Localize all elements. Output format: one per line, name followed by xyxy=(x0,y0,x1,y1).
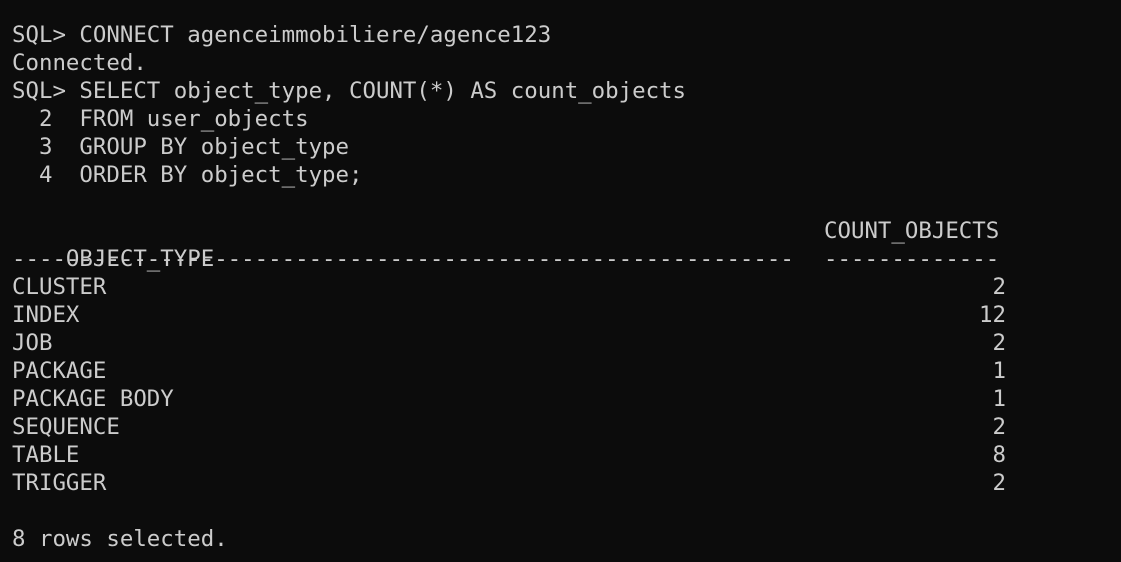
connect-command: CONNECT agenceimmobiliere/agence123 xyxy=(79,22,552,48)
table-row: JOB 2 xyxy=(12,329,1006,357)
separator-right: ------------- xyxy=(824,246,1000,272)
connect-command-line: SQL> CONNECT agenceimmobiliere/agence123 xyxy=(12,21,1121,49)
result-header-row: OBJECT_TYPE COUNT_OBJECTS xyxy=(12,217,1006,272)
table-row: TABLE 8 xyxy=(12,441,1006,469)
separator-left: ----------------------------------------… xyxy=(12,246,794,272)
rows-selected-footer: 8 rows selected. xyxy=(12,526,228,552)
count-cell: 2 xyxy=(992,330,1006,356)
query-line-4: 4 ORDER BY object_type; xyxy=(12,162,363,188)
table-row: INDEX 12 xyxy=(12,301,1006,329)
object-type-cell: CLUSTER xyxy=(12,274,107,300)
connected-message: Connected. xyxy=(12,50,147,76)
object-type-cell: TRIGGER xyxy=(12,470,107,496)
query-line-1: SQL> SELECT object_type, COUNT(*) AS cou… xyxy=(12,78,687,104)
count-cell: 2 xyxy=(992,274,1006,300)
count-cell: 1 xyxy=(992,386,1006,412)
table-row: CLUSTER 2 xyxy=(12,273,1006,301)
count-cell: 2 xyxy=(992,470,1006,496)
column-header-count-objects: COUNT_OBJECTS xyxy=(824,218,1000,244)
object-type-cell: JOB xyxy=(12,330,53,356)
object-type-cell: PACKAGE BODY xyxy=(12,386,174,412)
table-row: PACKAGE BODY 1 xyxy=(12,385,1006,413)
query-line-3: 3 GROUP BY object_type xyxy=(12,134,350,160)
result-separator-row: ----------------------------------------… xyxy=(12,245,1006,273)
object-type-cell: SEQUENCE xyxy=(12,414,120,440)
count-cell: 2 xyxy=(992,414,1006,440)
count-cell: 12 xyxy=(979,302,1006,328)
sql-prompt: SQL> xyxy=(12,22,80,48)
terminal-window[interactable]: SQL> CONNECT agenceimmobiliere/agence123… xyxy=(0,0,1121,562)
table-row: PACKAGE 1 xyxy=(12,357,1006,385)
query-line-2: 2 FROM user_objects xyxy=(12,106,309,132)
object-type-cell: INDEX xyxy=(12,302,80,328)
count-cell: 1 xyxy=(992,358,1006,384)
table-row: TRIGGER 2 xyxy=(12,469,1006,497)
object-type-cell: PACKAGE xyxy=(12,358,107,384)
table-row: SEQUENCE 2 xyxy=(12,413,1006,441)
object-type-cell: TABLE xyxy=(12,442,80,468)
count-cell: 8 xyxy=(992,442,1006,468)
